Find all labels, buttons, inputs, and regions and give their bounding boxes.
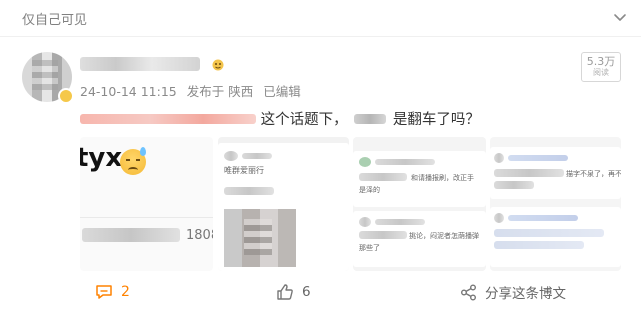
share-icon [461,284,476,300]
thumb3-text-3: 那些了 [359,244,380,252]
image-thumbnail-1[interactable]: tyx 1808 [80,137,213,271]
member-icon [210,57,226,71]
thumb4-text-1: 描字不泉了，再不能 [566,170,621,178]
thumb4-blur-1 [494,169,564,177]
thumb1-blur-row [82,228,180,242]
thumb4-blur-2 [494,181,534,189]
thumb2-text: 唯群爱丽行 [224,166,264,175]
like-button[interactable]: 6 [276,281,311,303]
header-divider [0,36,641,37]
post-text-mid: 这个话题下， [260,112,348,128]
image-thumbnail-2[interactable]: 唯群爱丽行 [218,137,349,271]
thumb1-headline: tyx [80,143,123,173]
post-timestamp[interactable]: 24-10-14 11:15 [80,84,177,99]
thumb2-card: 唯群爱丽行 [218,143,349,271]
thumb3-name-1 [375,159,435,165]
comment-button[interactable]: 2 [95,281,130,303]
mention-blurred[interactable] [354,113,387,124]
verified-badge-icon [58,88,74,104]
image-thumbnail-4[interactable]: 描字不泉了，再不能 [490,137,621,271]
thumb2-avatar [224,151,238,161]
thumb2-name [242,153,272,159]
thumb1-count: 1808 [186,228,213,243]
thumb4-comment-1: 描字不泉了，再不能 [490,147,621,199]
post-meta: 24-10-14 11:15 发布于 陕西 已编辑 [80,81,307,100]
thumb4-name-1 [508,155,568,161]
privacy-label: 仅自己可见 [22,13,88,28]
share-label: 分享这条博文 [485,286,566,302]
thumb3-blur-2 [359,231,407,239]
thumb4-comment-2 [490,207,621,267]
sweat-drop-icon [140,147,146,156]
thumb4-avatar-1 [494,153,504,163]
like-count: 6 [302,284,311,300]
views-count: 5.3万 [586,55,616,68]
thumb3-name-2 [375,219,425,225]
topic-link-blurred[interactable] [80,113,256,124]
thumb4-blur-3 [494,229,604,237]
views-label: 阅读 [593,68,609,77]
thumb3-blur-1 [359,173,407,181]
thumb4-blur-4 [494,241,584,249]
thumb4-name-2 [508,215,578,221]
share-button[interactable]: 分享这条博文 [460,281,566,303]
thumb4-avatar-2 [494,213,504,223]
thumb3-text-4: 挑论，闷泥者怎荫播弹 [409,232,479,240]
thumb2-photo-blurred [224,209,296,267]
post-location: 发布于 陕西 [186,84,254,99]
edited-label[interactable]: 已编辑 [263,84,301,99]
thumb3-avatar-2 [359,217,371,227]
thumb3-comment-1: 和请播报刷，改正手 是泽的 [353,151,486,207]
action-bar: 2 6 分享这条博文 [0,281,641,303]
thumb1-divider [80,217,213,218]
thumb3-comment-2: 挑论，闷泥者怎荫播弹 那些了 [353,211,486,267]
username-blurred[interactable] [80,57,200,71]
thumb3-text-2: 是泽的 [359,186,380,194]
thumb3-text-1: 和请播报刷，改正手 [411,174,474,182]
comment-count: 2 [121,284,130,300]
post-text-end: 是翻车了吗？ [392,112,480,128]
thumbs-up-icon [277,284,293,300]
post-text: 这个话题下， 是翻车了吗？ [80,108,480,128]
top-bar: 仅自己可见 [0,0,641,36]
chevron-down-icon[interactable] [613,10,627,24]
thumb3-avatar-1 [359,157,371,167]
comment-icon [96,285,112,299]
views-badge: 5.3万 阅读 [581,52,621,82]
image-thumbnail-3[interactable]: 和请播报刷，改正手 是泽的 挑论，闷泥者怎荫播弹 那些了 [353,137,486,271]
thumb2-blur-row [224,187,274,195]
